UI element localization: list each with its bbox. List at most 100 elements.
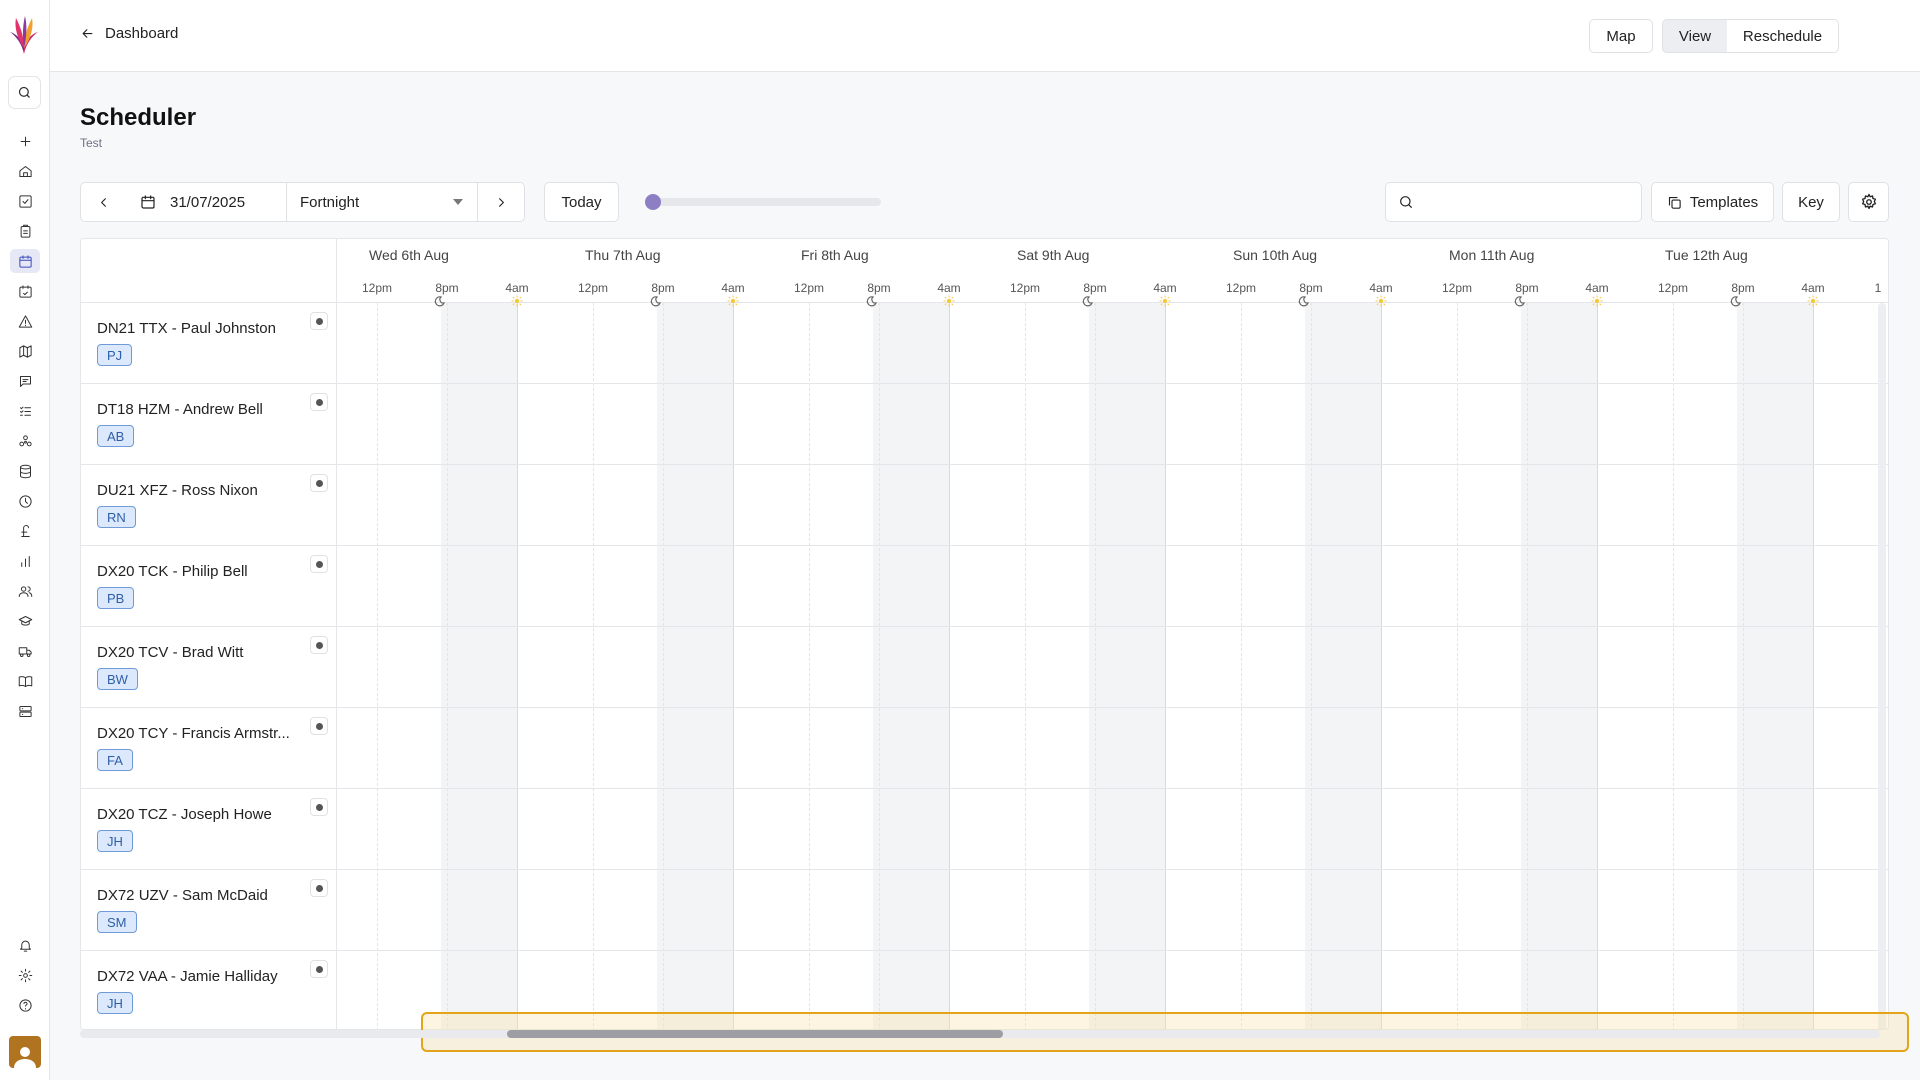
- truck-icon[interactable]: [10, 639, 40, 663]
- key-button[interactable]: Key: [1782, 182, 1840, 222]
- row-status-toggle[interactable]: [310, 474, 328, 492]
- resource-initials-badge: PB: [97, 587, 135, 609]
- status-dot-icon: [315, 803, 323, 811]
- time-label: 8pm: [1083, 281, 1107, 295]
- time-label: 8pm: [1731, 281, 1755, 295]
- next-period-button[interactable]: [477, 182, 525, 222]
- day-label: Tue 12th Aug: [1665, 247, 1748, 263]
- resource-row[interactable]: DX20 TCV - Brad Witt BW: [81, 627, 1888, 708]
- resource-row[interactable]: DX20 TCK - Philip Bell PB: [81, 546, 1888, 627]
- back-to-dashboard-link[interactable]: Dashboard: [80, 25, 178, 42]
- caret-down-icon: [453, 199, 463, 205]
- day-label: Wed 6th Aug: [369, 247, 449, 263]
- map-icon[interactable]: [10, 339, 40, 363]
- range-select[interactable]: Fortnight: [286, 182, 478, 222]
- resource-name: DX20 TCK - Philip Bell: [97, 563, 248, 580]
- plus-icon[interactable]: [10, 129, 40, 153]
- rail-search-button[interactable]: [8, 76, 41, 109]
- row-status-toggle[interactable]: [310, 393, 328, 411]
- resource-row[interactable]: DN21 TTX - Paul Johnston PJ: [81, 303, 1888, 384]
- chevron-right-icon: [498, 197, 504, 207]
- today-button[interactable]: Today: [544, 182, 619, 222]
- server-icon[interactable]: [10, 699, 40, 723]
- row-status-toggle[interactable]: [310, 555, 328, 573]
- vertical-scrollbar[interactable]: [1878, 303, 1886, 1029]
- range-value: Fortnight: [300, 193, 360, 211]
- time-label: 8pm: [1515, 281, 1539, 295]
- resource-row[interactable]: DX20 TCZ - Joseph Howe JH: [81, 789, 1888, 870]
- resource-name: DN21 TTX - Paul Johnston: [97, 320, 276, 337]
- row-status-toggle[interactable]: [310, 312, 328, 330]
- time-label: 4am: [721, 281, 745, 295]
- calendar-icon[interactable]: [10, 249, 40, 273]
- reschedule-button[interactable]: Reschedule: [1727, 19, 1839, 53]
- date-picker[interactable]: 31/07/2025: [126, 182, 287, 222]
- time-label: 8pm: [1299, 281, 1323, 295]
- gear-icon[interactable]: [10, 963, 40, 987]
- time-label: 12pm: [1225, 281, 1257, 295]
- status-dot-icon: [315, 479, 323, 487]
- zoom-slider-track[interactable]: [645, 198, 881, 206]
- avatar[interactable]: [9, 1036, 41, 1068]
- alert-icon[interactable]: [10, 309, 40, 333]
- scheduler-settings-button[interactable]: [1848, 182, 1889, 222]
- resource-initials-badge: FA: [97, 749, 133, 771]
- row-status-toggle[interactable]: [310, 960, 328, 978]
- network-icon[interactable]: [10, 429, 40, 453]
- chart-icon[interactable]: [10, 549, 40, 573]
- status-dot-icon: [315, 965, 323, 973]
- users-icon[interactable]: [10, 579, 40, 603]
- time-label: 12pm: [1441, 281, 1473, 295]
- resource-initials-badge: AB: [97, 425, 135, 447]
- app-logo[interactable]: [8, 14, 40, 56]
- resource-row[interactable]: DX72 UZV - Sam McDaid SM: [81, 870, 1888, 951]
- status-dot-icon: [315, 560, 323, 568]
- tasks-icon[interactable]: [10, 189, 40, 213]
- resource-row[interactable]: DU21 XFZ - Ross Nixon RN: [81, 465, 1888, 546]
- resource-initials-badge: BW: [97, 668, 138, 690]
- book-icon[interactable]: [10, 669, 40, 693]
- zoom-slider-thumb[interactable]: [645, 194, 661, 210]
- resource-name: DX20 TCZ - Joseph Howe: [97, 806, 272, 823]
- status-dot-icon: [315, 317, 323, 325]
- calendar-icon: [141, 195, 155, 209]
- search-box[interactable]: [1385, 182, 1642, 222]
- time-label: 12pm: [577, 281, 609, 295]
- bell-icon[interactable]: [10, 933, 40, 957]
- day-label: Mon 11th Aug: [1449, 247, 1535, 263]
- time-label: 4am: [1801, 281, 1825, 295]
- row-status-toggle[interactable]: [310, 798, 328, 816]
- help-icon[interactable]: [10, 993, 40, 1017]
- day-label: Fri 8th Aug: [801, 247, 869, 263]
- resource-row[interactable]: DT18 HZM - Andrew Bell AB: [81, 384, 1888, 465]
- graduation-icon[interactable]: [10, 609, 40, 633]
- clipboard-icon[interactable]: [10, 219, 40, 243]
- row-status-toggle[interactable]: [310, 636, 328, 654]
- time-label: 12pm: [1657, 281, 1689, 295]
- resource-initials-badge: JH: [97, 830, 133, 852]
- list-icon[interactable]: [10, 399, 40, 423]
- search-icon: [18, 86, 30, 98]
- time-label: 4am: [1585, 281, 1609, 295]
- search-input[interactable]: [1422, 194, 1632, 210]
- resource-initials-badge: PJ: [97, 344, 133, 366]
- templates-button[interactable]: Templates: [1651, 182, 1774, 222]
- horizontal-scrollbar-thumb[interactable]: [507, 1030, 1003, 1038]
- row-status-toggle[interactable]: [310, 879, 328, 897]
- user-icon: [14, 1047, 36, 1068]
- resource-row[interactable]: DX20 TCY - Francis Armstr... FA: [81, 708, 1888, 789]
- time-label: 4am: [1153, 281, 1177, 295]
- day-label: Sun 10th Aug: [1233, 247, 1318, 263]
- view-button[interactable]: View: [1662, 19, 1728, 53]
- clock-icon[interactable]: [10, 489, 40, 513]
- row-status-toggle[interactable]: [310, 717, 328, 735]
- home-icon[interactable]: [10, 159, 40, 183]
- pound-icon[interactable]: [10, 519, 40, 543]
- database-icon[interactable]: [10, 459, 40, 483]
- map-button[interactable]: Map: [1589, 19, 1653, 53]
- time-label: 4am: [937, 281, 961, 295]
- calendar-check-icon[interactable]: [10, 279, 40, 303]
- previous-period-button[interactable]: [80, 182, 127, 222]
- resource-initials-badge: SM: [97, 911, 137, 933]
- chat-icon[interactable]: [10, 369, 40, 393]
